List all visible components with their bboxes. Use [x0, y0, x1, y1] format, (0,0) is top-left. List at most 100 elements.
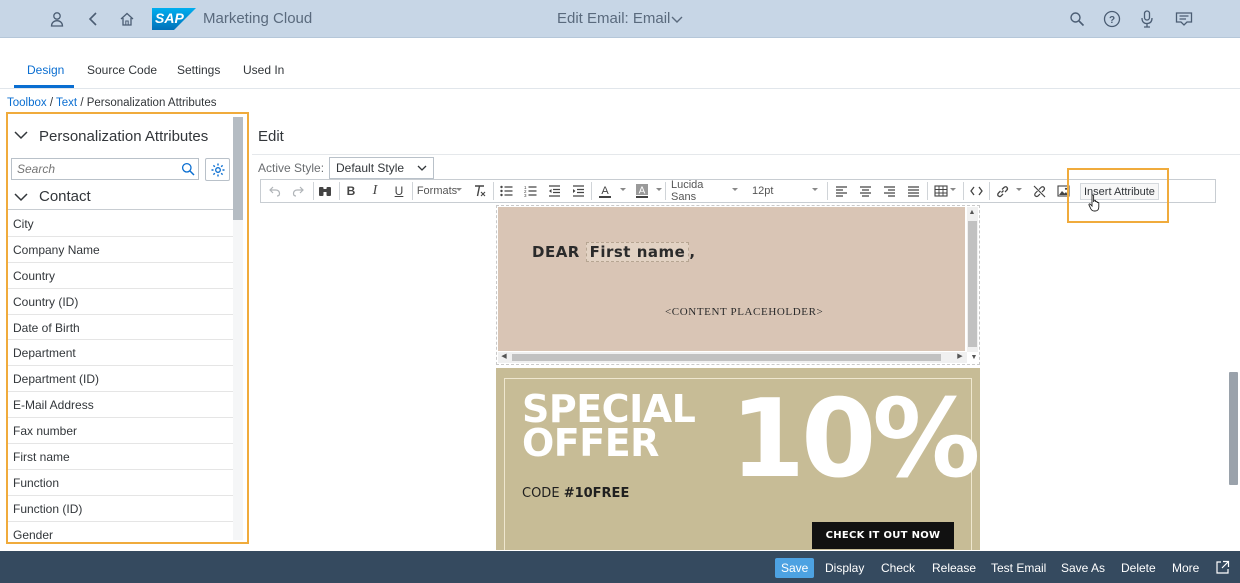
help-icon[interactable]: ? [1102, 9, 1122, 29]
list-item[interactable]: Gender [8, 522, 233, 542]
search-icon[interactable] [181, 162, 195, 176]
test-email-button[interactable]: Test Email [985, 558, 1052, 578]
greeting-section[interactable]: DEAR First name, <CONTENT PLACEHOLDER> [498, 207, 965, 351]
scroll-right-icon[interactable]: ▶ [956, 353, 964, 361]
scrollbar-thumb[interactable] [233, 117, 243, 220]
share-icon[interactable] [1215, 560, 1230, 575]
caret-down-icon[interactable] [949, 185, 957, 193]
list-item[interactable]: Country [8, 263, 233, 289]
back-icon[interactable] [83, 9, 103, 29]
background-color-icon[interactable]: A [634, 183, 650, 199]
toolbar-separator [412, 182, 413, 200]
sap-logo[interactable]: SAP [152, 8, 196, 30]
align-right-icon[interactable] [882, 183, 896, 199]
justify-icon[interactable] [906, 183, 920, 199]
first-name-attribute[interactable]: First name [585, 242, 690, 262]
panel-scrollbar[interactable] [233, 117, 243, 540]
chevron-down-icon[interactable] [670, 12, 684, 26]
caret-down-icon[interactable] [1015, 185, 1023, 193]
active-style-select[interactable]: Default Style [329, 157, 434, 179]
search-icon[interactable] [1067, 9, 1087, 29]
save-button[interactable]: Save [775, 558, 815, 578]
home-icon[interactable] [117, 9, 137, 29]
link-icon[interactable] [995, 183, 1009, 199]
horizontal-scrollbar[interactable]: ◀ ▶ [498, 352, 967, 363]
greeting-line[interactable]: DEAR First name, [532, 242, 696, 262]
user-icon[interactable] [47, 9, 67, 29]
list-item[interactable]: Department (ID) [8, 366, 233, 393]
search-input[interactable] [12, 159, 177, 179]
group-label: Contact [39, 188, 91, 205]
content-placeholder[interactable]: <CONTENT PLACEHOLDER> [665, 306, 823, 318]
align-left-icon[interactable] [834, 183, 848, 199]
caret-down-icon[interactable] [619, 185, 627, 193]
notifications-icon[interactable] [1174, 9, 1194, 29]
group-header-contact[interactable]: Contact [8, 184, 233, 210]
attribute-list: City Company Name Country Country (ID) D… [8, 211, 233, 542]
list-item[interactable]: Date of Birth [8, 315, 233, 341]
list-item[interactable]: Country (ID) [8, 289, 233, 315]
offer-headline: SPECIAL OFFER [522, 390, 696, 462]
align-center-icon[interactable] [858, 183, 872, 199]
scroll-left-icon[interactable]: ◀ [500, 353, 508, 361]
list-item[interactable]: Department [8, 340, 233, 367]
font-family-dropdown[interactable]: Lucida Sans [671, 179, 729, 203]
caret-down-icon[interactable] [655, 185, 663, 193]
list-item[interactable]: City [8, 211, 233, 237]
panel-header[interactable]: Personalization Attributes [8, 114, 233, 156]
breadcrumb-current: Personalization Attributes [86, 97, 217, 109]
clear-formatting-icon[interactable] [472, 183, 488, 199]
bold-icon[interactable]: B [344, 183, 358, 199]
tab-used-in[interactable]: Used In [243, 63, 284, 77]
list-item[interactable]: Company Name [8, 237, 233, 263]
scroll-up-icon[interactable]: ▲ [968, 209, 976, 217]
font-size-dropdown[interactable]: 12pt [752, 183, 782, 199]
scrollbar-thumb[interactable] [968, 221, 977, 347]
breadcrumb-text[interactable]: Text [56, 97, 77, 109]
search-field[interactable] [11, 158, 199, 180]
breadcrumb-toolbox[interactable]: Toolbox [7, 97, 47, 109]
list-item[interactable]: Function [8, 470, 233, 496]
text-color-icon[interactable]: A [597, 183, 613, 199]
tab-design[interactable]: Design [27, 63, 64, 77]
redo-icon[interactable] [291, 183, 305, 199]
more-button[interactable]: More [1166, 558, 1205, 578]
unlink-icon[interactable] [1032, 183, 1046, 199]
chevron-down-icon[interactable] [14, 192, 28, 202]
bulleted-list-icon[interactable] [499, 183, 513, 199]
email-header-block[interactable]: DEAR First name, <CONTENT PLACEHOLDER> ▲… [496, 205, 980, 365]
scrollbar-thumb[interactable] [512, 354, 941, 361]
vertical-scrollbar[interactable]: ▲ [967, 207, 978, 352]
cta-button[interactable]: CHECK IT OUT NOW [812, 522, 954, 549]
chevron-down-icon[interactable] [14, 130, 28, 140]
list-item[interactable]: Function (ID) [8, 496, 233, 522]
numbered-list-icon[interactable]: 123 [523, 183, 537, 199]
undo-icon[interactable] [268, 183, 282, 199]
page-title[interactable]: Edit Email: Email [557, 10, 670, 27]
source-code-icon[interactable] [969, 183, 983, 199]
tab-source-code[interactable]: Source Code [87, 63, 157, 77]
page-scrollbar[interactable] [1229, 372, 1238, 485]
list-item[interactable]: First name [8, 444, 233, 470]
microphone-icon[interactable] [1137, 9, 1157, 29]
formats-dropdown[interactable]: Formats [417, 183, 457, 199]
display-button[interactable]: Display [819, 558, 870, 578]
release-button[interactable]: Release [926, 558, 982, 578]
settings-button[interactable] [205, 158, 230, 181]
list-item[interactable]: Fax number [8, 418, 233, 445]
scroll-down-icon[interactable]: ▼ [970, 354, 978, 362]
underline-icon[interactable]: U [392, 183, 406, 199]
save-as-button[interactable]: Save As [1055, 558, 1111, 578]
indent-icon[interactable] [571, 183, 585, 199]
list-item[interactable]: E-Mail Address [8, 392, 233, 419]
delete-button[interactable]: Delete [1115, 558, 1162, 578]
check-button[interactable]: Check [875, 558, 921, 578]
tab-settings[interactable]: Settings [177, 63, 220, 77]
find-replace-icon[interactable] [318, 183, 332, 199]
svg-text:A: A [601, 185, 609, 197]
svg-text:A: A [639, 186, 646, 197]
special-offer-banner[interactable]: SPECIAL OFFER 10% CODE #10FREE CHECK IT … [496, 368, 980, 550]
table-icon[interactable] [933, 183, 949, 199]
outdent-icon[interactable] [547, 183, 561, 199]
italic-icon[interactable]: I [368, 183, 382, 199]
